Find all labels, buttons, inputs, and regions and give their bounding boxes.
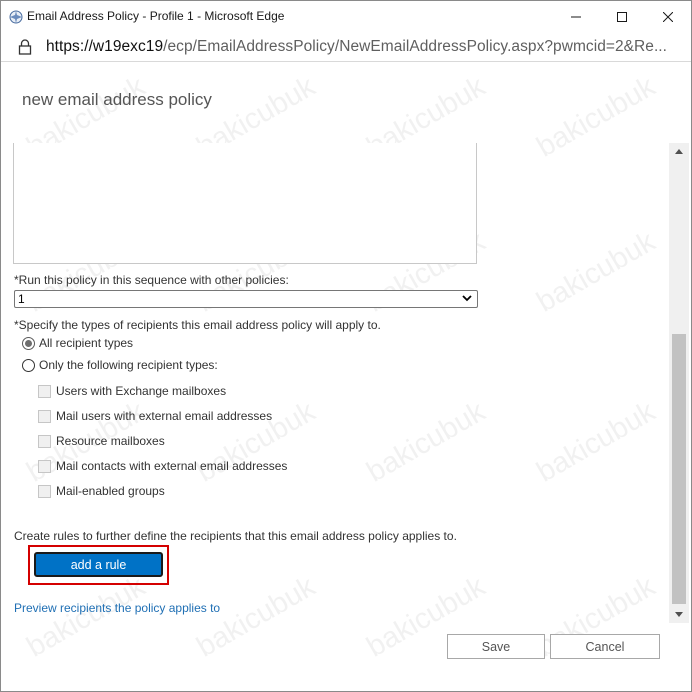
- checkbox[interactable]: [38, 409, 51, 423]
- radio-all-recipient-types[interactable]: All recipient types: [22, 336, 133, 350]
- checkbox-label: Mail contacts with external email addres…: [56, 459, 288, 473]
- checkbox-mail-enabled-groups[interactable]: Mail-enabled groups: [38, 484, 165, 498]
- recipient-types-label: *Specify the types of recipients this em…: [14, 318, 381, 332]
- sequence-select[interactable]: 1: [14, 290, 478, 308]
- window-title: Email Address Policy - Profile 1 - Micro…: [27, 9, 285, 23]
- radio-only-following-types[interactable]: Only the following recipient types:: [22, 358, 218, 372]
- checkbox[interactable]: [38, 459, 51, 473]
- checkbox-resource-mailboxes[interactable]: Resource mailboxes: [38, 434, 165, 448]
- maximize-icon: [617, 11, 627, 22]
- url-domain: https://w19exc19: [46, 38, 164, 55]
- page-title: new email address policy: [22, 90, 212, 109]
- url-path: /ecp/EmailAddressPolicy/NewEmailAddressP…: [163, 38, 668, 55]
- app-icon: [8, 9, 24, 25]
- sequence-label: *Run this policy in this sequence with o…: [14, 273, 289, 287]
- chevron-down-icon: [462, 295, 472, 302]
- checkbox[interactable]: [38, 434, 51, 448]
- checkbox-label: Mail users with external email addresses: [56, 409, 273, 423]
- title-bar: Email Address Policy - Profile 1 - Micro…: [1, 1, 691, 32]
- vertical-scrollbar[interactable]: [669, 143, 689, 623]
- radio-button-checked[interactable]: [22, 336, 35, 350]
- checkbox-label: Mail-enabled groups: [56, 484, 165, 498]
- preview-recipients-link[interactable]: Preview recipients the policy applies to: [14, 601, 220, 615]
- save-button[interactable]: Save: [447, 634, 545, 659]
- minimize-button[interactable]: [553, 1, 599, 32]
- scroll-up-icon: [675, 149, 683, 154]
- sequence-value: 1: [18, 292, 25, 306]
- radio-button[interactable]: [22, 358, 35, 372]
- scroll-down-button[interactable]: [669, 606, 689, 623]
- checkbox-mail-users-external[interactable]: Mail users with external email addresses: [38, 409, 272, 423]
- close-icon: [663, 11, 673, 22]
- description-textarea[interactable]: [13, 143, 477, 264]
- rules-description: Create rules to further define the recip…: [14, 529, 457, 543]
- form-content: *Run this policy in this sequence with o…: [1, 143, 669, 623]
- radio-all-label: All recipient types: [39, 336, 134, 350]
- scroll-down-icon: [675, 612, 683, 617]
- radio-only-label: Only the following recipient types:: [39, 358, 218, 372]
- lock-icon[interactable]: [18, 39, 32, 55]
- checkbox[interactable]: [38, 484, 51, 498]
- checkbox[interactable]: [38, 384, 51, 398]
- url-text[interactable]: https://w19exc19/ecp/EmailAddressPolicy/…: [46, 38, 667, 56]
- cancel-button[interactable]: Cancel: [550, 634, 660, 659]
- minimize-icon: [571, 16, 581, 17]
- checkbox-users-exchange-mailboxes[interactable]: Users with Exchange mailboxes: [38, 384, 226, 398]
- close-button[interactable]: [645, 1, 691, 32]
- address-bar[interactable]: https://w19exc19/ecp/EmailAddressPolicy/…: [1, 32, 691, 62]
- checkbox-label: Resource mailboxes: [56, 434, 165, 448]
- maximize-button[interactable]: [599, 1, 645, 32]
- scroll-up-button[interactable]: [669, 143, 689, 160]
- checkbox-mail-contacts-external[interactable]: Mail contacts with external email addres…: [38, 459, 287, 473]
- add-rule-button[interactable]: add a rule: [34, 552, 163, 577]
- scroll-thumb[interactable]: [672, 334, 686, 604]
- browser-window: Email Address Policy - Profile 1 - Micro…: [0, 0, 692, 692]
- checkbox-label: Users with Exchange mailboxes: [56, 384, 227, 398]
